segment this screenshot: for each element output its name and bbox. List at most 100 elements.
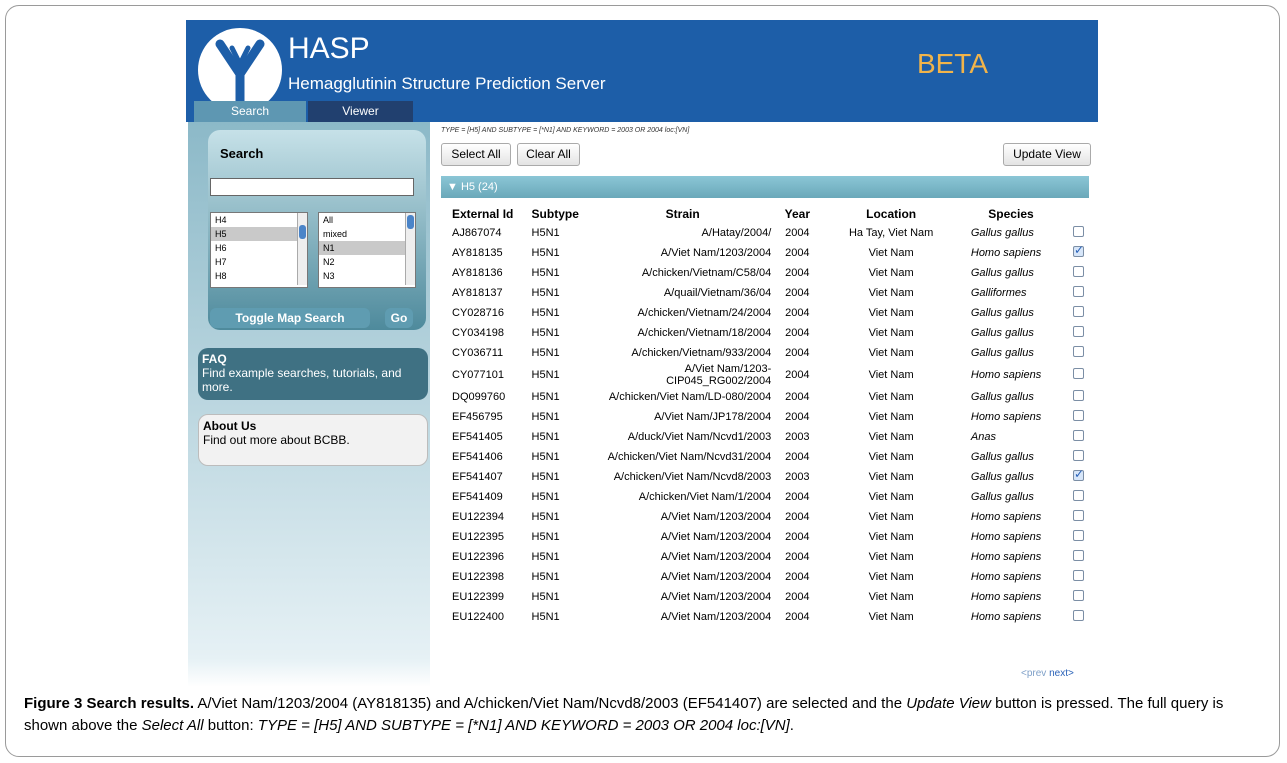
list-item[interactable]: H6 [211, 241, 307, 255]
cell-year: 2004 [785, 551, 810, 563]
cell-year: 2004 [785, 491, 810, 503]
cell-strain: A/duck/Viet Nam/Ncvd1/2003 [627, 431, 772, 443]
table-row[interactable]: AJ867074 H5N1 A/Hatay/2004/2004 Ha Tay, Vie… [444, 223, 1084, 243]
scrollbar[interactable] [405, 213, 415, 285]
search-input[interactable] [210, 178, 414, 196]
cell-select [1063, 587, 1084, 607]
table-row[interactable]: AY818136 H5N1 A/chicken/Vietnam/C58/04 2004… [444, 263, 1084, 283]
go-button[interactable]: Go [385, 308, 413, 328]
list-item[interactable]: N1 [319, 241, 415, 255]
update-view-button[interactable]: Update View [1003, 143, 1091, 166]
column-header[interactable]: Subtype [532, 205, 595, 223]
row-checkbox[interactable] [1073, 243, 1084, 257]
subtype-h-list[interactable]: H4 H5 H6 H7 H8 [210, 212, 308, 288]
table-row[interactable]: EU122394 H5N1 A/Viet Nam/1203/2004 2004 Viet… [444, 507, 1084, 527]
row-checkbox[interactable] [1073, 610, 1084, 621]
column-header[interactable]: Year [771, 205, 823, 223]
table-row[interactable]: EF541406 H5N1 A/chicken/Viet Nam/Ncvd31/20… [444, 447, 1084, 467]
cell-subtype: H5N1 [531, 431, 560, 443]
table-row[interactable]: AY818135 H5N1 A/Viet Nam/1203/2004 2004 Viet… [444, 243, 1084, 263]
tab-viewer[interactable]: Viewer [308, 101, 413, 122]
cell-location: Viet Nam [868, 491, 914, 503]
column-header[interactable]: External Id [444, 205, 532, 223]
cell-location: Viet Nam [868, 471, 914, 483]
cell-select [1063, 323, 1084, 343]
column-header[interactable]: Species [959, 205, 1063, 223]
scroll-thumb[interactable] [407, 215, 414, 229]
row-checkbox[interactable] [1073, 368, 1084, 379]
row-checkbox[interactable] [1073, 590, 1084, 601]
list-item[interactable]: mixed [319, 227, 415, 241]
prev-link[interactable]: <prev [1021, 668, 1046, 679]
select-all-button[interactable]: Select All [441, 143, 511, 166]
cell-subtype: H5N1 [531, 227, 560, 239]
table-row[interactable]: CY077101 H5N1 A/Viet Nam/1203-CIP045_RG002… [444, 363, 1084, 387]
row-checkbox[interactable] [1073, 490, 1084, 501]
cell-location: Viet Nam [868, 267, 914, 279]
row-checkbox[interactable] [1073, 510, 1084, 521]
faq-panel[interactable]: FAQ Find example searches, tutorials, an… [198, 348, 428, 400]
table-row[interactable]: CY036711 H5N1 A/chicken/Vietnam/933/2004 20… [444, 343, 1084, 363]
table-row[interactable]: CY034198 H5N1 A/chicken/Vietnam/18/2004 200… [444, 323, 1084, 343]
table-row[interactable]: EF541407 H5N1 A/chicken/Viet Nam/Ncvd8/200… [444, 467, 1084, 487]
cell-species: Gallus gallus [970, 347, 1034, 359]
list-item[interactable]: N3 [319, 269, 415, 283]
table-row[interactable]: EU122399 H5N1 A/Viet Nam/1203/2004 2004 Viet… [444, 587, 1084, 607]
list-item[interactable]: H5 [211, 227, 307, 241]
table-row[interactable]: EU122400 H5N1 A/Viet Nam/1203/2004 2004 Viet… [444, 607, 1084, 627]
list-item[interactable]: N2 [319, 255, 415, 269]
row-checkbox[interactable] [1073, 266, 1084, 277]
table-row[interactable]: EU122396 H5N1 A/Viet Nam/1203/2004 2004 Viet… [444, 547, 1084, 567]
clear-all-button[interactable]: Clear All [517, 143, 580, 166]
cell-year: 2004 [785, 411, 810, 423]
row-checkbox[interactable] [1073, 410, 1084, 421]
list-item[interactable]: All [319, 213, 415, 227]
row-checkbox[interactable] [1073, 390, 1084, 401]
row-checkbox[interactable] [1073, 326, 1084, 337]
subtype-n-list[interactable]: All mixed N1 N2 N3 [318, 212, 416, 288]
row-checkbox[interactable] [1073, 530, 1084, 541]
cell-external-id: EF541407 [452, 471, 503, 483]
cell-species: Homo sapiens [970, 247, 1042, 259]
row-checkbox[interactable] [1073, 550, 1084, 561]
cell-external-id: CY034198 [452, 327, 504, 339]
table-row[interactable]: DQ099760 H5N1 A/chicken/Viet Nam/LD-080/20… [444, 387, 1084, 407]
table-row[interactable]: EU122398 H5N1 A/Viet Nam/1203/2004 2004 Viet… [444, 567, 1084, 587]
table-row[interactable]: EU122395 H5N1 A/Viet Nam/1203/2004 2004 Viet… [444, 527, 1084, 547]
cell-strain: A/chicken/Vietnam/24/2004 [637, 307, 772, 319]
table-row[interactable]: EF541409 H5N1 A/chicken/Viet Nam/1/2004 200… [444, 487, 1084, 507]
row-checkbox[interactable] [1073, 467, 1084, 481]
cell-species: Homo sapiens [970, 571, 1042, 583]
list-item[interactable]: H4 [211, 213, 307, 227]
list-item[interactable]: H7 [211, 255, 307, 269]
cell-external-id: EF541409 [452, 491, 503, 503]
tab-search[interactable]: Search [194, 101, 306, 122]
cell-external-id: EF456795 [452, 411, 503, 423]
cell-external-id: DQ099760 [452, 391, 506, 403]
toggle-map-search-button[interactable]: Toggle Map Search [210, 308, 370, 328]
row-checkbox[interactable] [1073, 226, 1084, 237]
table-row[interactable]: EF541405 H5N1 A/duck/Viet Nam/Ncvd1/2003 20… [444, 427, 1084, 447]
cell-location: Ha Tay, Viet Nam [848, 227, 934, 239]
column-header[interactable]: Location [823, 205, 959, 223]
table-header-row: External Id Subtype Strain Year Location… [444, 205, 1084, 223]
cell-select [1063, 343, 1084, 363]
list-item[interactable]: H8 [211, 269, 307, 283]
scroll-thumb[interactable] [299, 225, 306, 239]
table-row[interactable]: EF456795 H5N1 A/Viet Nam/JP178/2004 2004 Vie… [444, 407, 1084, 427]
table-row[interactable]: AY818137 H5N1 A/quail/Vietnam/36/04 2004 Vie… [444, 283, 1084, 303]
row-checkbox[interactable] [1073, 346, 1084, 357]
row-checkbox[interactable] [1073, 430, 1084, 441]
column-header[interactable]: Strain [594, 205, 771, 223]
table-row[interactable]: CY028716 H5N1 A/chicken/Vietnam/24/2004 200… [444, 303, 1084, 323]
cell-year: 2004 [785, 591, 810, 603]
cell-location: Viet Nam [868, 287, 914, 299]
row-checkbox[interactable] [1073, 286, 1084, 297]
scrollbar[interactable] [297, 213, 307, 285]
about-panel[interactable]: About Us Find out more about BCBB. [198, 414, 428, 466]
row-checkbox[interactable] [1073, 306, 1084, 317]
next-link[interactable]: next> [1049, 668, 1074, 679]
group-header-h5[interactable]: ▼ H5 (24) [441, 176, 1089, 198]
row-checkbox[interactable] [1073, 570, 1084, 581]
row-checkbox[interactable] [1073, 450, 1084, 461]
